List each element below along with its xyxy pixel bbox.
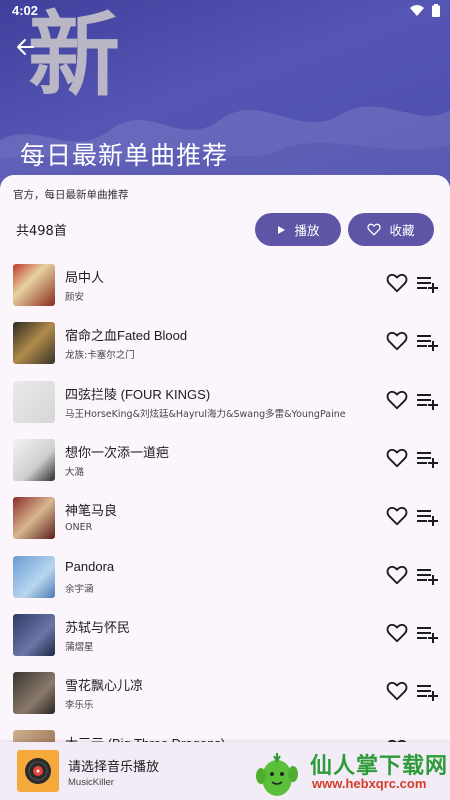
add-to-queue-icon[interactable] — [416, 448, 438, 470]
song-title: 雪花飘心儿凉 — [65, 678, 144, 694]
status-bar: 4:02 — [0, 0, 450, 22]
heart-outline-icon[interactable] — [386, 389, 408, 411]
play-all-label: 播放 — [294, 223, 320, 238]
heart-outline-icon[interactable] — [386, 622, 408, 644]
battery-icon — [432, 4, 440, 17]
song-row[interactable]: 想你一次添一道疤 大潞 — [0, 432, 450, 490]
song-row[interactable]: Pandora 余宇涵 — [0, 549, 450, 607]
song-row[interactable]: 局中人 颜安 — [0, 257, 450, 315]
wifi-icon — [410, 4, 424, 16]
song-cover-art — [13, 555, 55, 598]
song-cover-art — [13, 672, 55, 715]
song-artist: 蒲熠星 — [65, 641, 94, 653]
player-app-name: MusicKiller — [68, 777, 114, 788]
song-artist: 李乐乐 — [65, 700, 94, 712]
heart-outline-icon — [367, 223, 382, 236]
song-title: 局中人 — [65, 270, 105, 285]
watermark-url: www.hebxqrc.com — [312, 776, 427, 791]
add-to-queue-icon[interactable] — [416, 273, 438, 295]
add-to-queue-icon[interactable] — [416, 681, 438, 703]
add-to-queue-icon[interactable] — [416, 623, 438, 645]
heart-outline-icon[interactable] — [386, 680, 408, 702]
song-cover-art — [13, 438, 55, 481]
song-title: 四弦拦陵 (FOUR KINGS) — [65, 386, 211, 402]
player-cover-art — [17, 750, 59, 792]
favorite-label: 收藏 — [389, 223, 415, 238]
song-row[interactable]: 神笔马良 ONER — [0, 490, 450, 548]
song-title: 宿命之血Fated Blood — [65, 328, 188, 344]
player-title: 请选择音乐播放 — [68, 760, 160, 775]
song-title: 苏轼与怀民 — [65, 619, 131, 635]
playlist-header: 新 4:02 每日最新单曲推荐 — [0, 0, 450, 190]
heart-outline-icon[interactable] — [386, 505, 408, 527]
playlist-description: 官方，每日最新单曲推荐 — [13, 189, 129, 201]
song-artist: 马王HorseKing&刘炫廷&Hayrul海力&Swang多雷&YoungPa… — [65, 408, 346, 420]
cactus-logo-icon — [256, 753, 298, 796]
status-time: 4:02 — [12, 3, 39, 18]
song-title: Pandora — [65, 558, 115, 574]
song-artist: 余宇涵 — [65, 583, 94, 595]
song-cover-art — [13, 613, 55, 656]
song-cover-art — [13, 380, 55, 423]
song-row[interactable]: 四弦拦陵 (FOUR KINGS) 马王HorseKing&刘炫廷&Hayrul… — [0, 374, 450, 432]
add-to-queue-icon[interactable] — [416, 506, 438, 528]
play-all-button[interactable]: 播放 — [255, 213, 341, 246]
song-row[interactable]: 苏轼与怀民 蒲熠星 — [0, 607, 450, 665]
heart-outline-icon[interactable] — [386, 447, 408, 469]
status-icons — [410, 4, 440, 17]
song-count: 共498首 — [16, 224, 67, 239]
song-row[interactable]: 雪花飘心儿凉 李乐乐 — [0, 665, 450, 723]
favorite-playlist-button[interactable]: 收藏 — [348, 213, 434, 246]
song-artist: ONER — [65, 522, 93, 534]
song-artist: 颜安 — [65, 292, 85, 303]
song-list-sheet: 官方，每日最新单曲推荐 共498首 播放 收藏 局中人 颜安 宿命之血Fated… — [0, 175, 450, 800]
add-to-queue-icon[interactable] — [416, 331, 438, 353]
song-artist: 龙族:卡塞尔之门 — [65, 350, 135, 362]
play-icon — [278, 225, 286, 234]
back-button[interactable] — [12, 34, 38, 60]
arrow-left-icon — [17, 39, 34, 55]
song-cover-art — [13, 264, 55, 306]
song-title: 神笔马良 — [65, 503, 118, 519]
add-to-queue-icon[interactable] — [416, 565, 438, 587]
song-title: 想你一次添一道疤 — [65, 444, 170, 460]
heart-outline-icon[interactable] — [386, 330, 408, 352]
page-title: 每日最新单曲推荐 — [20, 141, 229, 170]
vinyl-record-icon — [25, 758, 51, 784]
add-to-queue-icon[interactable] — [416, 390, 438, 412]
song-artist: 大潞 — [65, 466, 85, 478]
site-watermark: 仙人掌下载网 www.hebxqrc.com — [250, 746, 450, 800]
song-row[interactable]: 宿命之血Fated Blood 龙族:卡塞尔之门 — [0, 315, 450, 373]
song-cover-art — [13, 497, 55, 540]
heart-outline-icon[interactable] — [386, 272, 408, 294]
song-cover-art — [13, 322, 55, 365]
heart-outline-icon[interactable] — [386, 564, 408, 586]
